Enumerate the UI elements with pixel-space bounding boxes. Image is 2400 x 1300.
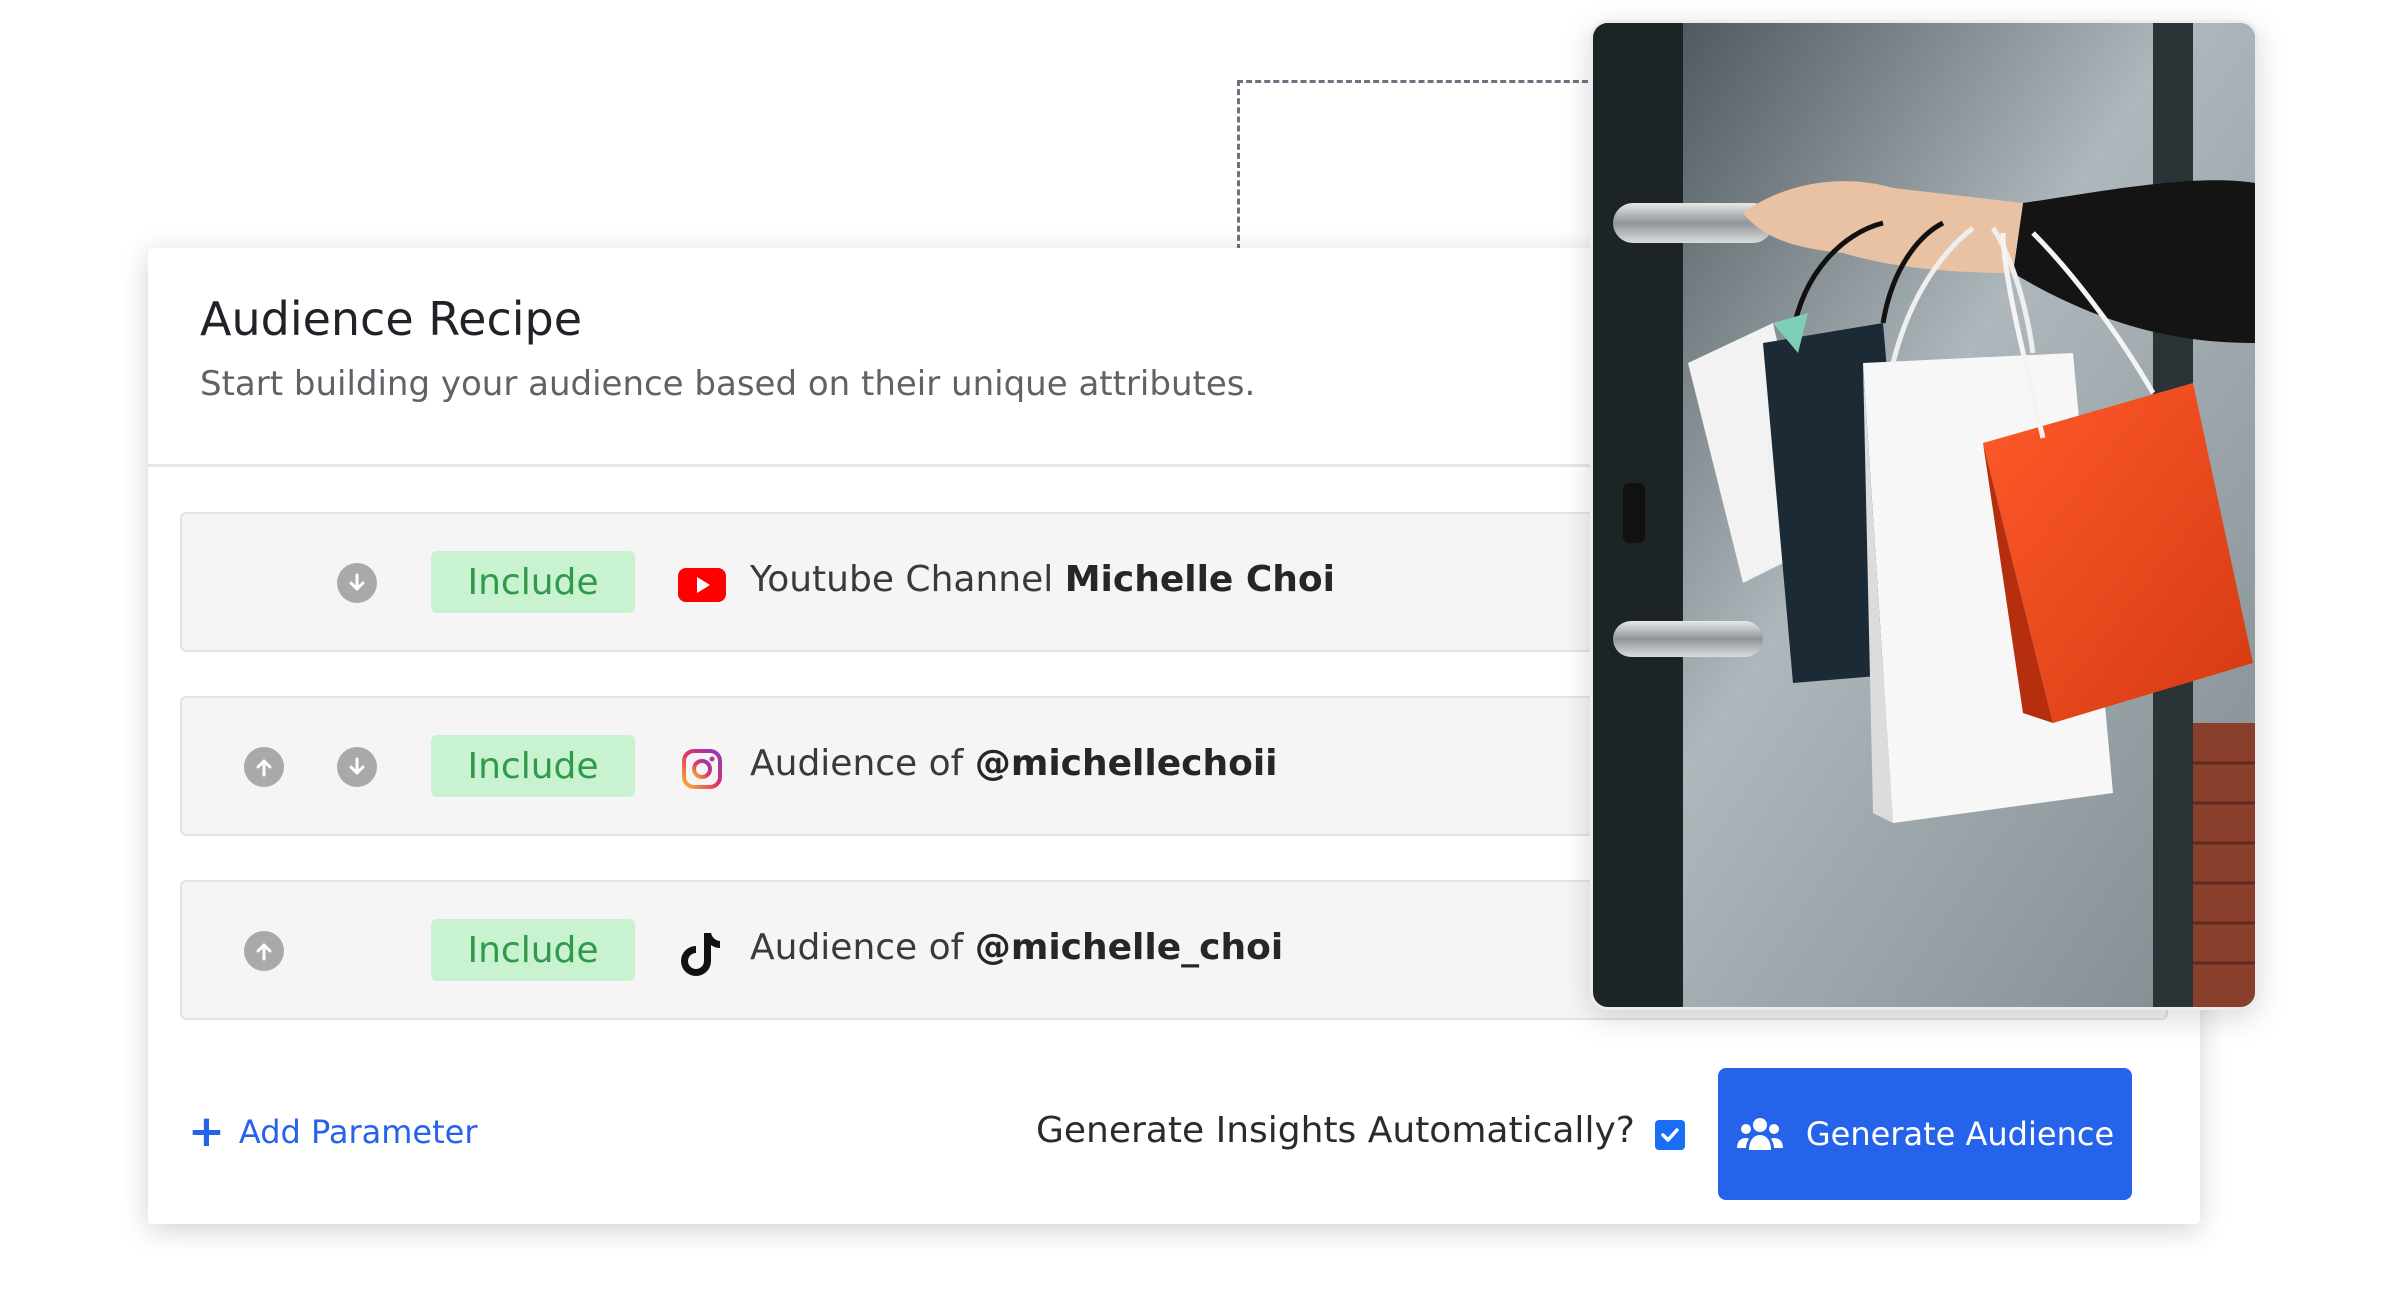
move-down-icon[interactable] — [337, 747, 377, 787]
tiktok-icon — [678, 929, 726, 977]
dashed-connector-line — [1237, 80, 1597, 250]
row-description: Youtube Channel Michelle Choi — [750, 559, 1335, 600]
page-subtitle: Start building your audience based on th… — [200, 364, 1256, 404]
insights-checkbox[interactable] — [1655, 1120, 1685, 1150]
row-description: Audience of @michellechoii — [750, 743, 1278, 784]
instagram-icon — [678, 745, 726, 793]
include-badge[interactable]: Include — [431, 551, 635, 613]
page-title: Audience Recipe — [200, 292, 583, 346]
move-up-icon[interactable] — [244, 931, 284, 971]
shopping-bags-photo — [1590, 20, 2258, 1010]
plus-icon: + — [188, 1106, 225, 1157]
include-badge[interactable]: Include — [431, 919, 635, 981]
move-down-icon[interactable] — [337, 563, 377, 603]
generate-audience-button[interactable]: Generate Audience — [1718, 1068, 2132, 1200]
move-up-icon[interactable] — [244, 747, 284, 787]
row-description: Audience of @michelle_choi — [750, 927, 1284, 968]
users-icon — [1736, 1114, 1784, 1154]
youtube-icon — [678, 561, 726, 609]
add-parameter-link[interactable]: + Add Parameter — [188, 1110, 477, 1154]
insights-label: Generate Insights Automatically? — [1036, 1110, 1635, 1151]
include-badge[interactable]: Include — [431, 735, 635, 797]
shopping-bags-illustration — [1593, 23, 2255, 1007]
